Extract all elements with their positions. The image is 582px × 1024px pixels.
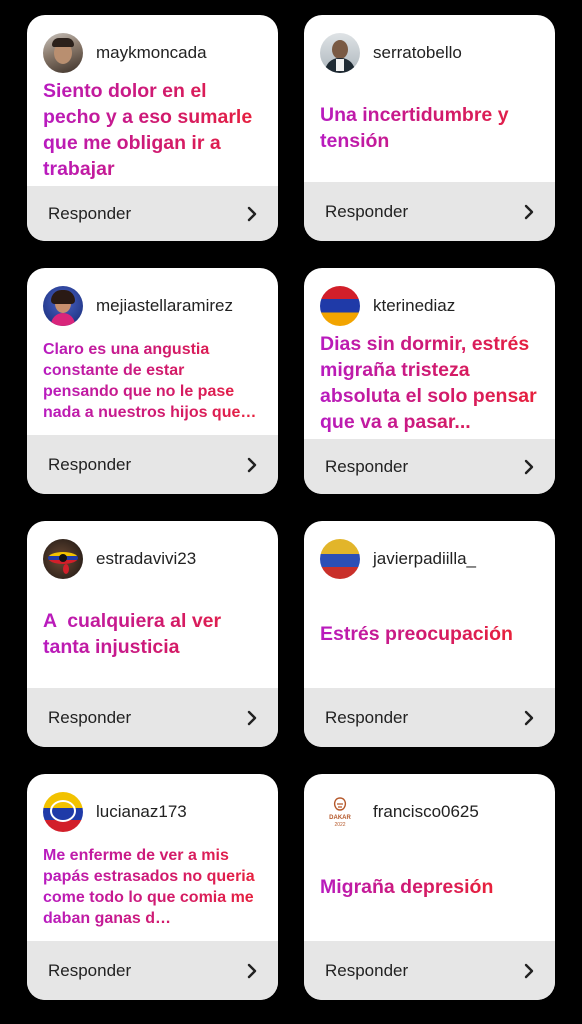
avatar[interactable] — [43, 33, 83, 73]
username[interactable]: mejiastellaramirez — [96, 296, 233, 316]
reply-card: kterinediaz Dias sin dormir, estrés migr… — [304, 268, 555, 494]
respond-label: Responder — [48, 203, 132, 223]
respond-button[interactable]: Responder — [27, 435, 278, 494]
username[interactable]: serratobello — [373, 43, 462, 63]
flag-icon[interactable] — [43, 792, 83, 832]
user-row[interactable]: estradavivi23 — [43, 538, 262, 580]
chevron-right-icon — [524, 710, 534, 725]
reply-card: mejiastellaramirez Claro es una angustia… — [27, 268, 278, 494]
bedouin-head-icon — [333, 796, 347, 811]
chevron-right-icon — [524, 963, 534, 978]
user-row[interactable]: kterinediaz — [320, 285, 539, 327]
respond-label: Responder — [325, 456, 409, 476]
reply-message: Siento dolor en el pecho y a eso sumarle… — [43, 78, 262, 182]
reply-message: A cualquiera al ver tanta injusticia — [43, 584, 262, 684]
username[interactable]: estradavivi23 — [96, 549, 196, 569]
chevron-right-icon — [247, 206, 257, 221]
dakar-logo-icon[interactable]: DAKAR 2022 — [320, 792, 360, 832]
reply-message: Migraña depresión — [320, 876, 494, 898]
respond-label: Responder — [325, 707, 409, 727]
dakar-logo-text: DAKAR — [329, 814, 351, 821]
reply-card: javierpadiilla_ Estrés preocupación Resp… — [304, 521, 555, 747]
reply-message: Claro es una angustia constante de estar… — [43, 331, 262, 431]
respond-button[interactable]: Responder — [27, 186, 278, 241]
reply-message: Una incertidumbre y tensión — [320, 78, 539, 178]
user-row[interactable]: serratobello — [320, 32, 539, 74]
user-row[interactable]: DAKAR 2022 francisco0625 — [320, 791, 539, 833]
username[interactable]: lucianaz173 — [96, 802, 187, 822]
respond-button[interactable]: Responder — [27, 688, 278, 747]
username[interactable]: francisco0625 — [373, 802, 479, 822]
dakar-logo-year: 2022 — [334, 821, 346, 828]
respond-label: Responder — [48, 960, 132, 980]
reply-card: lucianaz173 Me enferme de ver a mis papá… — [27, 774, 278, 1000]
reply-card: estradavivi23 A cualquiera al ver tanta … — [27, 521, 278, 747]
user-row[interactable]: mejiastellaramirez — [43, 285, 262, 327]
reply-card: maykmoncada Siento dolor en el pecho y a… — [27, 15, 278, 241]
respond-button[interactable]: Responder — [304, 688, 555, 747]
reply-card: serratobello Una incertidumbre y tensión… — [304, 15, 555, 241]
respond-button[interactable]: Responder — [304, 941, 555, 1000]
flag-icon[interactable] — [320, 539, 360, 579]
respond-label: Responder — [325, 960, 409, 980]
chevron-right-icon — [247, 963, 257, 978]
respond-button[interactable]: Responder — [304, 182, 555, 241]
respond-label: Responder — [48, 707, 132, 727]
respond-button[interactable]: Responder — [304, 439, 555, 494]
chevron-right-icon — [524, 459, 534, 474]
chevron-right-icon — [247, 457, 257, 472]
username[interactable]: kterinediaz — [373, 296, 455, 316]
respond-label: Responder — [325, 201, 409, 221]
reply-message: Estrés preocupación — [320, 623, 513, 645]
story-replies-grid: maykmoncada Siento dolor en el pecho y a… — [27, 15, 555, 1000]
user-row[interactable]: lucianaz173 — [43, 791, 262, 833]
eye-flag-icon[interactable] — [43, 539, 83, 579]
username[interactable]: maykmoncada — [96, 43, 207, 63]
avatar[interactable] — [43, 286, 83, 326]
respond-button[interactable]: Responder — [27, 941, 278, 1000]
reply-message: Dias sin dormir, estrés migraña tristeza… — [320, 331, 539, 435]
reply-message: Me enferme de ver a mis papás estrasados… — [43, 837, 262, 937]
user-row[interactable]: maykmoncada — [43, 32, 262, 74]
reply-card: DAKAR 2022 francisco0625 Migraña depresi… — [304, 774, 555, 1000]
avatar[interactable] — [320, 33, 360, 73]
respond-label: Responder — [48, 454, 132, 474]
user-row[interactable]: javierpadiilla_ — [320, 538, 539, 580]
flag-icon[interactable] — [320, 286, 360, 326]
chevron-right-icon — [524, 204, 534, 219]
chevron-right-icon — [247, 710, 257, 725]
username[interactable]: javierpadiilla_ — [373, 549, 476, 569]
